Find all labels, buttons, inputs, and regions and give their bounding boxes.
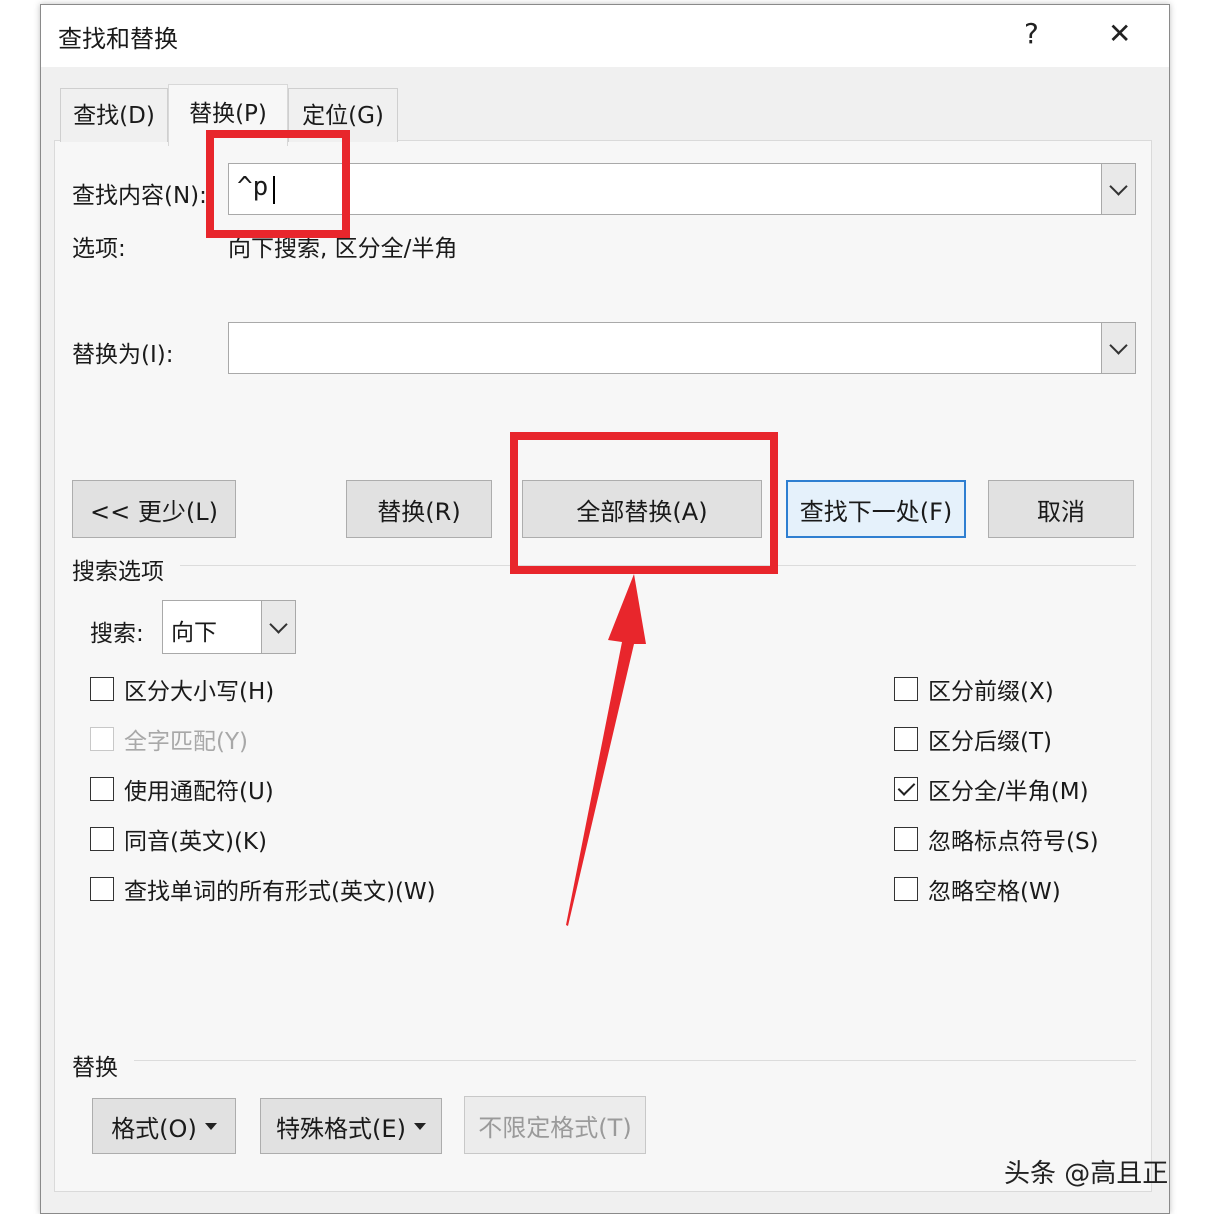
checkbox-box[interactable] bbox=[90, 877, 114, 901]
direction-dropdown-button[interactable] bbox=[261, 601, 295, 653]
checkbox-label: 同音(英文)(K) bbox=[124, 829, 267, 855]
checkbox-label: 区分大小写(H) bbox=[124, 679, 275, 705]
replace-button[interactable]: 替换(R) bbox=[346, 480, 492, 538]
checkbox-whole-word: 全字匹配(Y) bbox=[90, 722, 248, 756]
close-button[interactable]: ✕ bbox=[1108, 20, 1131, 48]
replace-history-dropdown[interactable] bbox=[1101, 323, 1135, 373]
checkmark-icon bbox=[897, 778, 916, 796]
checkbox-all-word-forms[interactable]: 查找单词的所有形式(英文)(W) bbox=[90, 872, 436, 906]
checkbox-box[interactable] bbox=[894, 777, 918, 801]
checkbox-box[interactable] bbox=[894, 677, 918, 701]
search-direction-select[interactable]: 向下 bbox=[162, 600, 296, 654]
find-what-input[interactable]: ^p bbox=[228, 163, 1136, 215]
dialog-title: 查找和替换 bbox=[58, 25, 178, 53]
highlight-box-replace-all bbox=[510, 432, 778, 574]
checkbox-label: 区分前缀(X) bbox=[928, 679, 1054, 705]
special-format-label: 特殊格式(E) bbox=[276, 1114, 406, 1143]
checkbox-box[interactable] bbox=[90, 827, 114, 851]
checkbox-sounds-like[interactable]: 同音(英文)(K) bbox=[90, 822, 267, 856]
checkbox-label: 区分后缀(T) bbox=[928, 729, 1052, 755]
checkbox-full-half-width[interactable]: 区分全/半角(M) bbox=[894, 772, 1089, 806]
checkbox-wildcards[interactable]: 使用通配符(U) bbox=[90, 772, 274, 806]
format-button[interactable]: 格式(O) bbox=[92, 1098, 236, 1154]
find-history-dropdown[interactable] bbox=[1101, 164, 1135, 214]
find-what-label: 查找内容(N): bbox=[72, 183, 207, 209]
checkbox-ignore-whitespace[interactable]: 忽略空格(W) bbox=[894, 872, 1061, 906]
replace-with-input[interactable] bbox=[228, 322, 1136, 374]
chevron-down-icon bbox=[1109, 176, 1128, 196]
watermark-text: 头条 @高且正 bbox=[1004, 1159, 1169, 1189]
checkbox-box[interactable] bbox=[90, 677, 114, 701]
find-next-button[interactable]: 查找下一处(F) bbox=[786, 480, 966, 538]
checkbox-label: 忽略标点符号(S) bbox=[928, 829, 1099, 855]
search-options-heading: 搜索选项 bbox=[72, 559, 164, 585]
checkbox-box[interactable] bbox=[894, 827, 918, 851]
format-button-label: 格式(O) bbox=[111, 1114, 197, 1143]
section-divider bbox=[134, 1060, 1136, 1061]
checkbox-box bbox=[90, 727, 114, 751]
no-formatting-button: 不限定格式(T) bbox=[464, 1096, 646, 1154]
checkbox-label: 使用通配符(U) bbox=[124, 779, 274, 805]
checkbox-label: 区分全/半角(M) bbox=[928, 779, 1089, 805]
checkbox-match-suffix[interactable]: 区分后缀(T) bbox=[894, 722, 1052, 756]
checkbox-box[interactable] bbox=[894, 877, 918, 901]
checkbox-match-prefix[interactable]: 区分前缀(X) bbox=[894, 672, 1054, 706]
special-format-button[interactable]: 特殊格式(E) bbox=[260, 1098, 442, 1154]
replace-section-heading: 替换 bbox=[72, 1055, 118, 1081]
checkbox-box[interactable] bbox=[90, 777, 114, 801]
chevron-down-icon bbox=[1109, 335, 1128, 355]
title-bar bbox=[41, 5, 1169, 67]
checkbox-box[interactable] bbox=[894, 727, 918, 751]
checkbox-label: 全字匹配(Y) bbox=[124, 729, 248, 755]
tab-find[interactable]: 查找(D) bbox=[60, 88, 168, 142]
highlight-box-find bbox=[206, 130, 350, 238]
red-arrow-icon bbox=[566, 574, 646, 926]
replace-with-label: 替换为(I): bbox=[72, 342, 174, 368]
less-button[interactable]: << 更少(L) bbox=[72, 480, 236, 538]
checkbox-match-case[interactable]: 区分大小写(H) bbox=[90, 672, 274, 706]
search-direction-value: 向下 bbox=[171, 620, 217, 646]
help-button[interactable]: ? bbox=[1024, 20, 1039, 48]
dropdown-arrow-icon bbox=[413, 1122, 426, 1130]
checkbox-label: 忽略空格(W) bbox=[928, 879, 1061, 905]
dropdown-arrow-icon bbox=[204, 1122, 217, 1130]
cancel-button[interactable]: 取消 bbox=[988, 480, 1134, 538]
chevron-down-icon bbox=[269, 614, 288, 634]
search-direction-label: 搜索: bbox=[90, 621, 144, 647]
checkbox-label: 查找单词的所有形式(英文)(W) bbox=[124, 879, 436, 905]
checkbox-ignore-punctuation[interactable]: 忽略标点符号(S) bbox=[894, 822, 1099, 856]
options-label: 选项: bbox=[72, 236, 126, 262]
